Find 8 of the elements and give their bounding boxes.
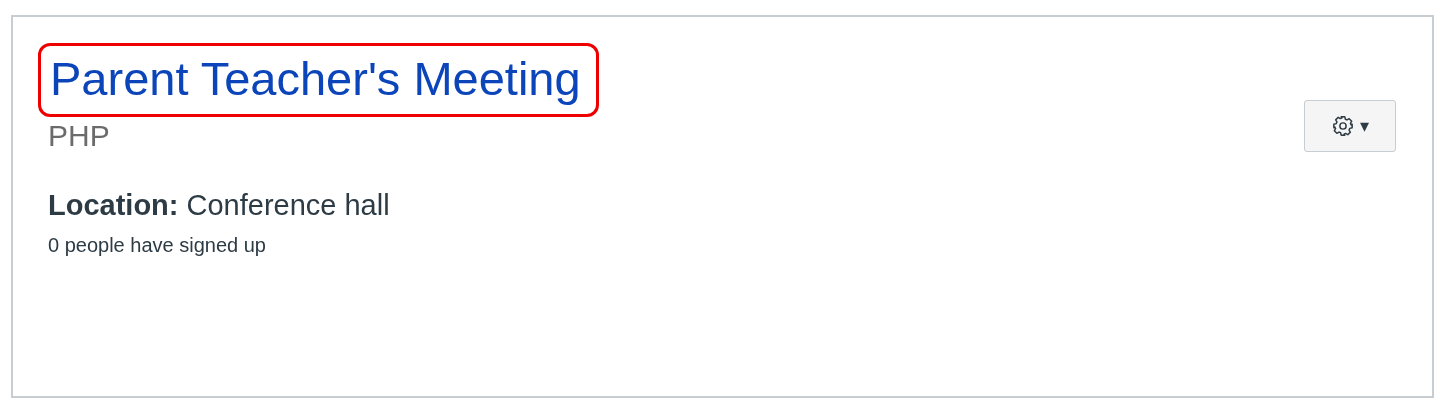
signup-count: 0 people have signed up [48, 234, 267, 257]
settings-button[interactable]: ▾ [1304, 100, 1396, 152]
course-name: PHP [48, 119, 111, 153]
settings-icon [1331, 115, 1354, 137]
event-title-link[interactable]: Parent Teacher's Meeting [48, 49, 583, 109]
location-value: Conference hall [186, 189, 390, 221]
location-label: Location: [48, 189, 179, 221]
caret-icon: ▾ [1359, 115, 1369, 137]
